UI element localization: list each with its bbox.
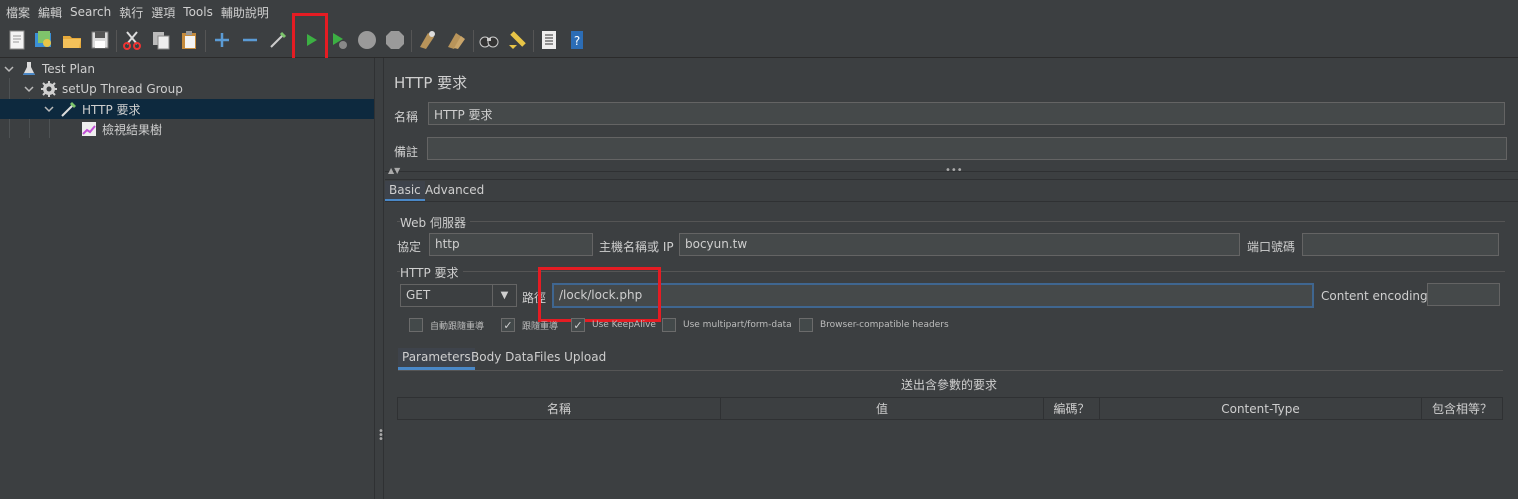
tree-item-view-results-tree[interactable]: 檢視結果樹	[80, 119, 162, 139]
collapse-icon[interactable]	[238, 28, 262, 52]
page-title: HTTP 要求	[394, 74, 468, 92]
cut-icon[interactable]	[120, 28, 144, 52]
protocol-label: 協定	[397, 240, 422, 254]
content-encoding-field[interactable]	[1427, 283, 1500, 306]
tab-parameters[interactable]: Parameters	[398, 348, 475, 370]
tree-item-label: setUp Thread Group	[62, 82, 183, 96]
method-value: GET	[406, 288, 431, 302]
checkbox-box[interactable]	[799, 318, 813, 332]
tree-item-test-plan[interactable]: Test Plan	[2, 59, 95, 79]
tree-item-label: 檢視結果樹	[102, 122, 163, 137]
params-table-header: 名稱 值 編碼？ Content-Type 包含相等？	[397, 397, 1503, 420]
menu-run[interactable]: 執行	[115, 4, 147, 21]
menu-edit[interactable]: 編輯	[34, 4, 66, 21]
tree-item-http-request[interactable]: HTTP 要求	[0, 99, 374, 119]
path-field[interactable]: /lock/lock.php	[552, 283, 1314, 308]
tree-item-label: HTTP 要求	[82, 102, 141, 117]
checkbox-box[interactable]	[662, 318, 676, 332]
pipette-icon	[60, 100, 78, 118]
chevron-down-icon[interactable]	[2, 62, 16, 76]
tab-basic[interactable]: Basic	[385, 181, 425, 202]
search-icon[interactable]	[477, 28, 501, 52]
http-request-panel: HTTP 要求 名稱 HTTP 要求 備註 ▲▼ ••• Basic Advan…	[385, 58, 1518, 499]
toggle-icon[interactable]	[266, 28, 290, 52]
name-field[interactable]: HTTP 要求	[428, 102, 1505, 125]
params-caption: 送出含參數的要求	[901, 378, 998, 392]
collapse-arrows-icon[interactable]: ▲▼	[388, 166, 400, 175]
function-helper-icon[interactable]	[537, 28, 561, 52]
chevron-down-icon[interactable]	[22, 82, 36, 96]
menu-file[interactable]: 檔案	[2, 4, 34, 21]
column-name[interactable]: 名稱	[398, 398, 721, 419]
checkbox-box[interactable]	[409, 318, 423, 332]
tree-item-label: Test Plan	[42, 62, 95, 76]
menu-search[interactable]: Search	[66, 5, 115, 19]
graph-icon	[80, 120, 98, 138]
help-icon[interactable]: ?	[565, 28, 589, 52]
method-select[interactable]: GET ▼	[400, 284, 517, 307]
stop-icon[interactable]	[355, 28, 379, 52]
chevron-down-icon[interactable]	[42, 102, 56, 116]
paste-icon[interactable]	[177, 28, 201, 52]
checkbox-label: Use multipart/form-data	[683, 320, 792, 330]
flask-icon	[20, 60, 38, 78]
column-value[interactable]: 值	[721, 398, 1044, 419]
column-include-equals[interactable]: 包含相等？	[1422, 398, 1502, 419]
clear-icon[interactable]	[415, 28, 439, 52]
copy-icon[interactable]	[149, 28, 173, 52]
highlight-box-path	[538, 267, 661, 322]
content-encoding-label: Content encoding:	[1321, 289, 1432, 303]
name-label: 名稱	[394, 110, 419, 124]
check-icon[interactable]: ✓	[571, 318, 585, 332]
new-icon[interactable]	[5, 28, 29, 52]
checkbox-label: 跟隨重導	[522, 321, 559, 332]
auto-redirect-checkbox[interactable]: 自動跟隨重導	[409, 318, 484, 332]
port-label: 端口號碼	[1247, 240, 1296, 254]
clear-all-icon[interactable]	[444, 28, 468, 52]
browser-headers-checkbox[interactable]: Browser-compatible headers	[799, 318, 949, 332]
svg-text:?: ?	[574, 34, 580, 48]
gear-icon	[40, 80, 58, 98]
column-encode[interactable]: 編碼？	[1044, 398, 1100, 419]
protocol-field[interactable]: http	[429, 233, 593, 256]
expand-icon[interactable]	[210, 28, 234, 52]
multipart-checkbox[interactable]: Use multipart/form-data	[662, 318, 792, 332]
follow-redirect-checkbox[interactable]: ✓ 跟隨重導	[501, 318, 558, 332]
toolbar: ?	[0, 13, 1518, 66]
checkbox-label: 自動跟隨重導	[430, 321, 485, 332]
http-request-group-title: HTTP 要求	[400, 264, 463, 281]
host-label: 主機名稱或 IP	[599, 240, 674, 254]
menu-help[interactable]: 輔助說明	[217, 4, 273, 21]
check-icon[interactable]: ✓	[501, 318, 515, 332]
column-content-type[interactable]: Content-Type	[1100, 398, 1422, 419]
save-icon[interactable]	[88, 28, 112, 52]
splitter-handle[interactable]: • • •	[374, 58, 384, 499]
shutdown-icon[interactable]	[383, 28, 407, 52]
tab-body-data[interactable]: Body Data	[467, 348, 538, 366]
reset-search-icon[interactable]	[505, 28, 529, 52]
comment-field[interactable]	[427, 137, 1507, 160]
drag-handle-icon[interactable]: •••	[945, 165, 963, 176]
tab-files-upload[interactable]: Files Upload	[530, 348, 610, 366]
keepalive-checkbox[interactable]: ✓ Use KeepAlive	[571, 318, 656, 332]
start-no-pause-icon[interactable]	[327, 28, 351, 52]
dropdown-arrow-icon[interactable]: ▼	[492, 285, 516, 306]
host-field[interactable]: bocyun.tw	[679, 233, 1240, 256]
templates-icon[interactable]	[31, 28, 55, 52]
open-icon[interactable]	[60, 28, 84, 52]
test-plan-tree: Test Plan setUp Thread Group HTTP 要求 檢視結…	[0, 58, 374, 499]
checkbox-label: Use KeepAlive	[592, 320, 656, 330]
menu-tools[interactable]: Tools	[179, 5, 217, 19]
web-server-group-title: Web 伺服器	[400, 214, 470, 231]
tab-advanced[interactable]: Advanced	[421, 181, 488, 199]
port-field[interactable]	[1302, 233, 1499, 256]
comment-label: 備註	[394, 145, 419, 159]
tree-item-setup-thread-group[interactable]: setUp Thread Group	[22, 79, 183, 99]
menu-bar: 檔案 編輯 Search 執行 選項 Tools 輔助說明	[0, 0, 1518, 24]
menu-options[interactable]: 選項	[147, 4, 179, 21]
checkbox-label: Browser-compatible headers	[820, 320, 949, 330]
